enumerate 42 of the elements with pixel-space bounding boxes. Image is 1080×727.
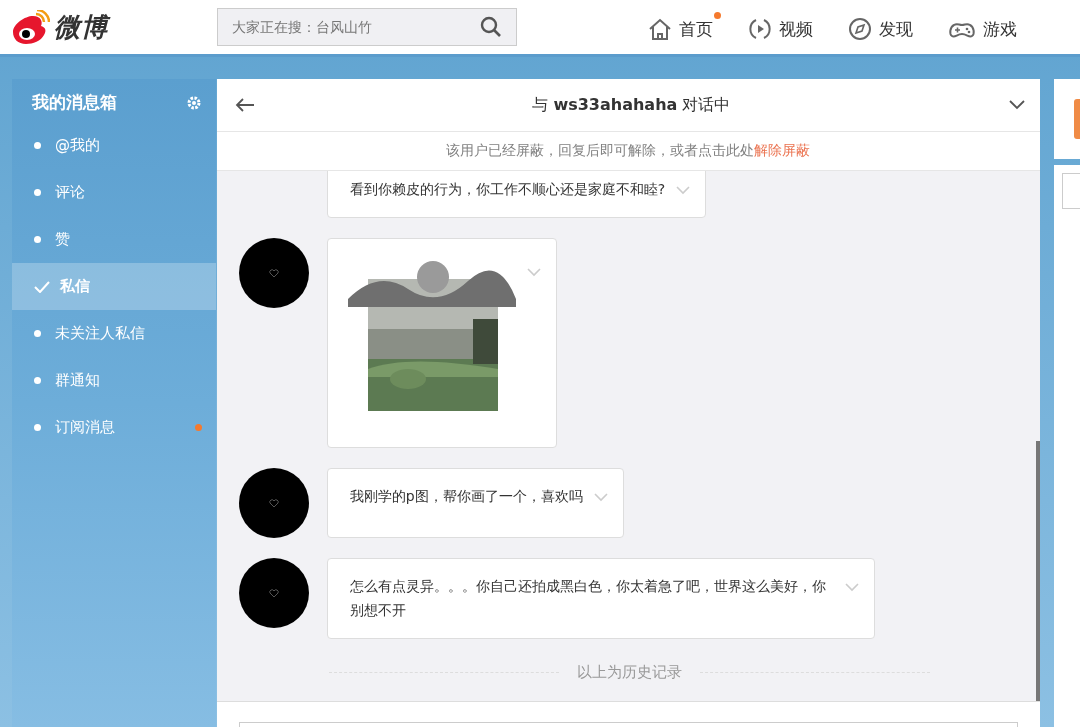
message-text: 我刚学的p图，帮你画了一个，喜欢吗	[349, 487, 583, 506]
heart-icon	[268, 498, 279, 508]
bullet-icon	[34, 236, 41, 243]
sidebar-item[interactable]: @我的	[12, 122, 216, 169]
eye-logo-icon[interactable]	[10, 10, 50, 44]
sidebar-item[interactable]: 私信	[12, 263, 216, 310]
back-arrow-icon[interactable]	[234, 97, 255, 113]
message-text: 看到你赖皮的行为，你工作不顺心还是家庭不和睦?	[349, 180, 666, 199]
nav-link[interactable]: 首页	[647, 10, 721, 44]
scrollbar[interactable]	[1036, 441, 1040, 701]
history-label: 以上为历史记录	[576, 663, 682, 682]
bullet-icon	[34, 330, 41, 337]
sidebar-item[interactable]: 未关注人私信	[12, 310, 216, 357]
settings-icon[interactable]	[185, 94, 202, 111]
home-icon	[647, 16, 673, 42]
bullet-icon	[34, 377, 41, 384]
heart-icon	[268, 268, 279, 278]
blocked-notice: 该用户已经屏蔽，回复后即可解除，或者点击此处解除屏蔽	[446, 142, 811, 160]
bullet-icon	[34, 142, 41, 149]
sidebar-item[interactable]: 评论	[12, 169, 216, 216]
message-input[interactable]	[238, 722, 1018, 727]
bullet-icon	[34, 424, 41, 431]
bullet-icon	[34, 189, 41, 196]
sidebar-item[interactable]: 赞	[12, 216, 216, 263]
tab-edge	[1074, 99, 1080, 139]
heart-icon	[268, 588, 279, 598]
sidebar-item[interactable]: 群通知	[12, 357, 216, 404]
unblock-link[interactable]: 解除屏蔽	[754, 142, 811, 158]
check-icon	[34, 280, 50, 293]
search-field[interactable]: 大家正在搜：台风山竹	[217, 8, 517, 46]
side-input-field[interactable]	[1062, 173, 1080, 209]
search-icon[interactable]	[479, 15, 503, 39]
chevron-down-icon[interactable]	[1008, 99, 1026, 111]
compass-icon	[847, 16, 873, 42]
play-icon	[747, 16, 773, 42]
nav-link[interactable]: 视频	[747, 10, 821, 44]
sidebar-item[interactable]: 订阅消息	[12, 404, 216, 451]
nav-link[interactable]: 发现	[847, 10, 921, 44]
sidebar-title: 我的消息箱	[32, 91, 117, 114]
message-text: 怎么有点灵异。。。你自己还拍成黑白色，你太着急了吧，世界这么美好，你别想不开	[349, 577, 827, 620]
chat-title: 与 ws33ahahaha 对话中	[532, 94, 731, 116]
nav-link[interactable]: 游戏	[947, 10, 1025, 44]
